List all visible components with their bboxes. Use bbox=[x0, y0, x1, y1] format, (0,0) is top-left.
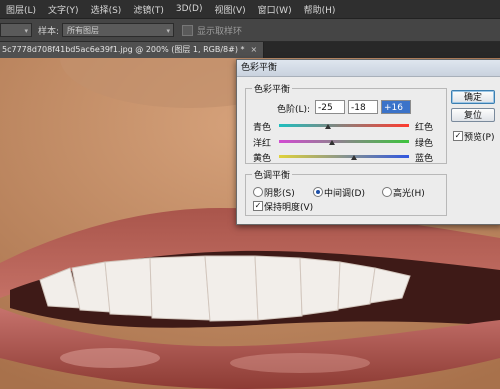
slider-left-label-yellow: 黄色 bbox=[253, 154, 272, 164]
chevron-down-icon: ▾ bbox=[24, 27, 28, 35]
tone-balance-legend: 色调平衡 bbox=[254, 171, 291, 181]
midtones-label: 中间调(D) bbox=[324, 189, 365, 199]
menu-select[interactable]: 选择(S) bbox=[85, 3, 128, 16]
show-ring-checkbox[interactable] bbox=[182, 24, 194, 36]
slider-right-label-blue: 蓝色 bbox=[415, 154, 434, 164]
cyan-red-slider-thumb[interactable] bbox=[324, 124, 331, 129]
slider-left-label-magenta: 洋红 bbox=[253, 139, 272, 149]
midtones-radio[interactable] bbox=[313, 187, 323, 197]
menu-filter[interactable]: 滤镜(T) bbox=[127, 3, 170, 16]
menu-type[interactable]: 文字(Y) bbox=[42, 3, 85, 16]
shadows-label: 阴影(S) bbox=[264, 189, 295, 199]
preserve-luminosity-label: 保持明度(V) bbox=[264, 203, 314, 213]
levels-label: 色阶(L): bbox=[277, 105, 311, 115]
preview-label: 预览(P) bbox=[464, 133, 495, 143]
menu-bar: 图层(L) 文字(Y) 选择(S) 滤镜(T) 3D(D) 视图(V) 窗口(W… bbox=[0, 0, 500, 19]
slider-left-label-cyan: 青色 bbox=[253, 123, 272, 133]
yellow-blue-slider-thumb[interactable] bbox=[351, 155, 358, 160]
ok-button[interactable]: 确定 bbox=[451, 90, 495, 104]
sample-dropdown[interactable]: 所有图层 ▾ bbox=[62, 23, 175, 37]
options-bar: ▾ 样本: 所有图层 ▾ 显示取样环 bbox=[0, 19, 500, 42]
show-ring-label: 显示取样环 bbox=[197, 26, 243, 37]
tool-preset-dropdown[interactable]: ▾ bbox=[0, 23, 32, 37]
menu-view[interactable]: 视图(V) bbox=[208, 3, 251, 16]
color-balance-dialog: 色彩平衡 色彩平衡 色阶(L): -25 -18 +16 青色 红色 洋红 绿色… bbox=[236, 59, 500, 225]
shadows-radio[interactable] bbox=[253, 187, 263, 197]
close-icon[interactable]: × bbox=[251, 45, 258, 54]
sample-value: 所有图层 bbox=[67, 26, 100, 35]
level-yellow-blue-input[interactable]: +16 bbox=[381, 100, 411, 114]
cyan-red-slider[interactable] bbox=[279, 124, 409, 127]
document-tab-bar: 5c7778d708f41bd5ac6e39f1.jpg @ 200% (图层 … bbox=[0, 42, 500, 58]
menu-layer[interactable]: 图层(L) bbox=[0, 3, 42, 16]
level-magenta-green-input[interactable]: -18 bbox=[348, 100, 378, 114]
slider-right-label-red: 红色 bbox=[415, 123, 434, 133]
menu-window[interactable]: 窗口(W) bbox=[252, 3, 298, 16]
dialog-title: 色彩平衡 bbox=[237, 60, 500, 77]
yellow-blue-slider[interactable] bbox=[279, 155, 409, 158]
chevron-down-icon: ▾ bbox=[166, 27, 171, 35]
reset-button[interactable]: 复位 bbox=[451, 108, 495, 122]
document-tab[interactable]: 5c7778d708f41bd5ac6e39f1.jpg @ 200% (图层 … bbox=[0, 42, 265, 58]
highlights-label: 高光(H) bbox=[393, 189, 425, 199]
preserve-luminosity-checkbox[interactable]: ✓ bbox=[253, 201, 263, 211]
level-cyan-red-input[interactable]: -25 bbox=[315, 100, 345, 114]
color-balance-legend: 色彩平衡 bbox=[254, 85, 291, 95]
highlights-radio[interactable] bbox=[382, 187, 392, 197]
slider-right-label-green: 绿色 bbox=[415, 139, 434, 149]
sample-label: 样本: bbox=[38, 26, 60, 37]
magenta-green-slider[interactable] bbox=[279, 140, 409, 143]
magenta-green-slider-thumb[interactable] bbox=[329, 140, 336, 145]
menu-3d[interactable]: 3D(D) bbox=[170, 4, 209, 14]
menu-help[interactable]: 帮助(H) bbox=[298, 3, 342, 16]
document-title: 5c7778d708f41bd5ac6e39f1.jpg @ 200% (图层 … bbox=[2, 45, 245, 54]
preview-checkbox[interactable]: ✓ bbox=[453, 131, 463, 141]
